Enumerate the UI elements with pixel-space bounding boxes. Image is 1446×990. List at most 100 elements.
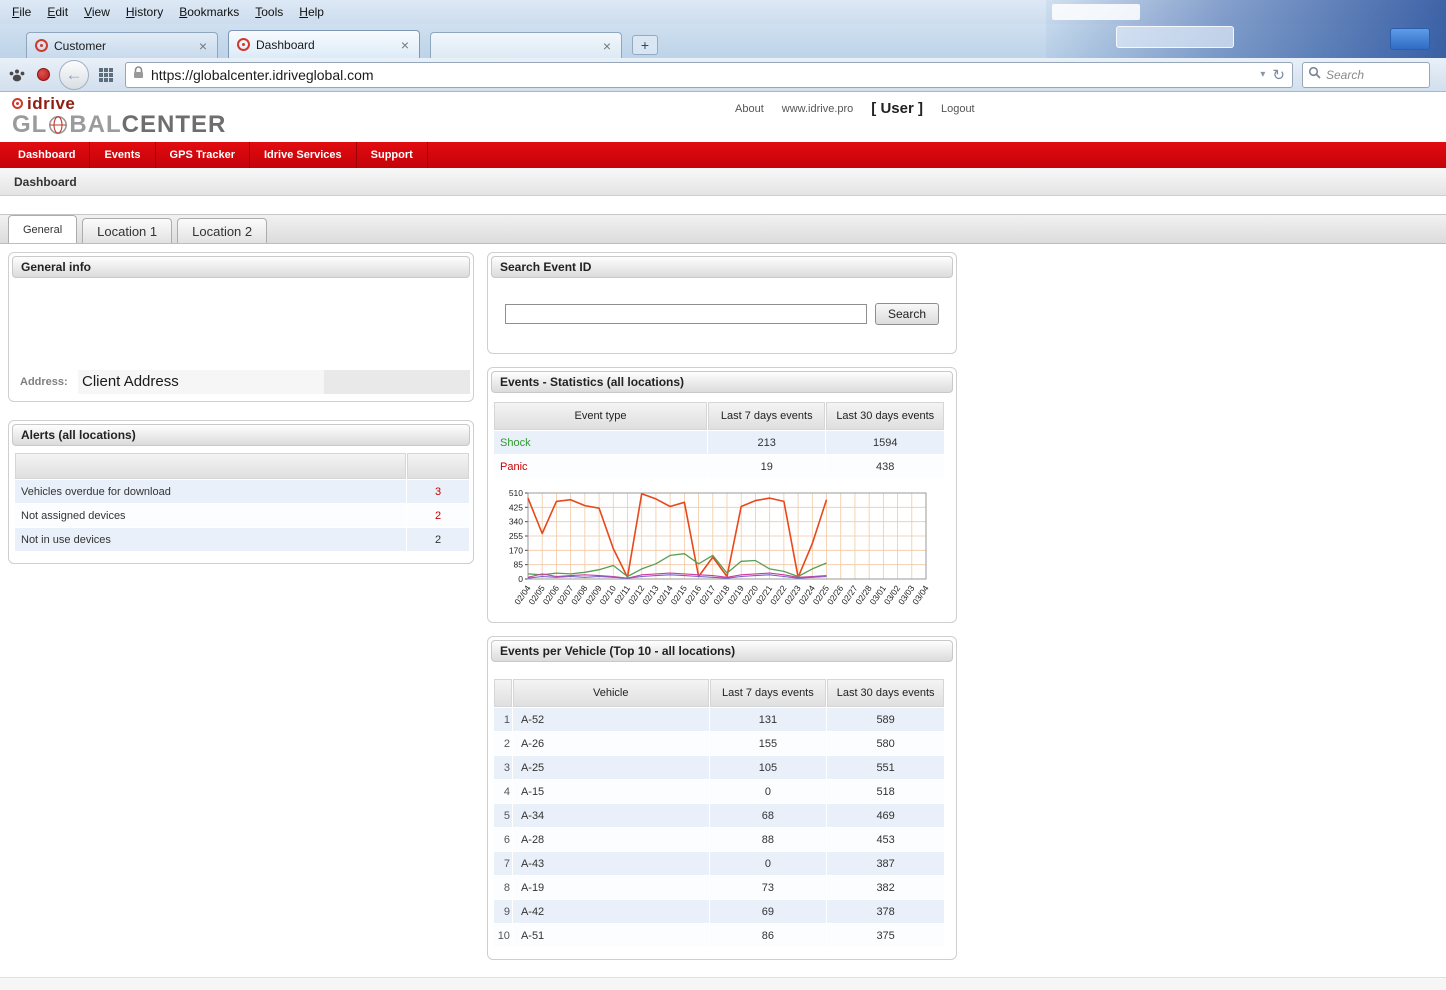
search-event-body: Search <box>491 278 953 350</box>
last7-value: 88 <box>710 828 827 851</box>
vehicle-col-header[interactable] <box>494 679 512 707</box>
vehicle-rank: 2 <box>494 732 512 755</box>
nav-gps-tracker[interactable]: GPS Tracker <box>156 142 250 168</box>
events-per-vehicle-header[interactable]: Events per Vehicle (Top 10 - all locatio… <box>491 640 953 662</box>
last7-value: 0 <box>710 852 827 875</box>
vehicle-name: A-19 <box>513 876 709 899</box>
stats-col-header[interactable]: Event type <box>494 402 707 430</box>
tab-close-icon[interactable]: × <box>399 38 411 52</box>
vehicle-row: 3A-25105551 <box>494 756 944 779</box>
address-row: Address: Client Address <box>12 370 470 394</box>
menu-item-file[interactable]: File <box>4 3 39 21</box>
stats-head-row: Event typeLast 7 days eventsLast 30 days… <box>494 402 944 430</box>
last7-value: 0 <box>710 780 827 803</box>
menu-item-tools[interactable]: Tools <box>247 3 291 21</box>
menu-item-bookmarks[interactable]: Bookmarks <box>171 3 247 21</box>
page-tab-location-1[interactable]: Location 1 <box>82 218 172 243</box>
menu-item-history[interactable]: History <box>118 3 171 21</box>
alert-value: 3 <box>407 480 469 503</box>
paw-extension-icon[interactable] <box>8 66 28 84</box>
last7-value: 213 <box>708 431 826 454</box>
browser-tab-dashboard[interactable]: Dashboard× <box>228 30 420 58</box>
menu-item-view[interactable]: View <box>76 3 118 21</box>
general-info-body: Address: Client Address <box>12 278 470 398</box>
idrive-logo[interactable]: idrive GLBALCENTER <box>12 95 226 137</box>
urlbar-dropdown-icon[interactable]: ▾ <box>1260 69 1265 80</box>
stats-col-header[interactable]: Last 7 days events <box>708 402 826 430</box>
nav-events[interactable]: Events <box>90 142 155 168</box>
vehicle-rank: 7 <box>494 852 512 875</box>
tab-close-icon[interactable]: × <box>601 39 613 53</box>
sites-grid-icon[interactable] <box>98 67 116 83</box>
alert-label: Vehicles overdue for download <box>15 480 406 503</box>
events-stats-table: Event typeLast 7 days eventsLast 30 days… <box>493 401 945 479</box>
alerts-col-header-count <box>407 453 469 479</box>
vehicle-name: A-15 <box>513 780 709 803</box>
logo-text-idrive: idrive <box>27 95 75 112</box>
general-info-header[interactable]: General info <box>12 256 470 278</box>
back-button[interactable]: ← <box>59 60 89 90</box>
last30-value: 387 <box>827 852 944 875</box>
browser-window: FileEditViewHistoryBookmarksToolsHelp Cu… <box>0 0 1446 990</box>
menu-bar-items: FileEditViewHistoryBookmarksToolsHelp <box>4 3 332 21</box>
last30-value: 551 <box>827 756 944 779</box>
svg-text:425: 425 <box>509 502 523 512</box>
veh-head-row: VehicleLast 7 days eventsLast 30 days ev… <box>494 679 944 707</box>
vehicle-row: 7A-430387 <box>494 852 944 875</box>
vehicle-name: A-43 <box>513 852 709 875</box>
header-link-user[interactable]: [ User ] <box>871 100 923 117</box>
browser-tab-customer[interactable]: Customer× <box>26 32 218 58</box>
new-tab-button[interactable]: + <box>632 35 658 55</box>
search-icon <box>1308 66 1321 84</box>
events-stats-panel: Events - Statistics (all locations) Even… <box>487 367 957 623</box>
nav-idrive-services[interactable]: Idrive Services <box>250 142 357 168</box>
reload-icon[interactable]: ↻ <box>1272 66 1285 84</box>
alert-value: 2 <box>407 528 469 551</box>
vehicle-col-header[interactable]: Vehicle <box>513 679 709 707</box>
alerts-table: Vehicles overdue for download3Not assign… <box>14 452 470 552</box>
header-link-about[interactable]: About <box>735 103 764 115</box>
stats-col-header[interactable]: Last 30 days events <box>826 402 944 430</box>
alert-row: Not assigned devices2 <box>15 504 469 527</box>
address-empty-field <box>324 370 470 394</box>
alerts-table-body: Vehicles overdue for download3Not assign… <box>15 480 469 551</box>
browser-search-box[interactable] <box>1302 62 1430 88</box>
last30-value: 378 <box>827 900 944 923</box>
events-per-vehicle-table: VehicleLast 7 days eventsLast 30 days ev… <box>493 678 945 948</box>
search-event-header[interactable]: Search Event ID <box>491 256 953 278</box>
tab-close-icon[interactable]: × <box>197 39 209 53</box>
header-link-logout[interactable]: Logout <box>941 103 975 115</box>
event-id-input[interactable] <box>505 304 867 324</box>
browser-tab-label: Dashboard <box>256 38 399 52</box>
alerts-header[interactable]: Alerts (all locations) <box>12 424 470 446</box>
vehicle-col-header[interactable]: Last 7 days events <box>710 679 827 707</box>
last30-value: 518 <box>827 780 944 803</box>
vehicle-name: A-25 <box>513 756 709 779</box>
idrive-favicon <box>35 39 48 52</box>
stats-row: Shock2131594 <box>494 431 944 454</box>
last7-value: 69 <box>710 900 827 923</box>
vehicle-row: 9A-4269378 <box>494 900 944 923</box>
menu-item-help[interactable]: Help <box>291 3 332 21</box>
url-bar[interactable]: https://globalcenter.idriveglobal.com ▾ … <box>125 62 1293 88</box>
page-tab-location-2[interactable]: Location 2 <box>177 218 267 243</box>
vehicle-col-header[interactable]: Last 30 days events <box>827 679 944 707</box>
vehicle-rank: 8 <box>494 876 512 899</box>
nav-support[interactable]: Support <box>357 142 428 168</box>
browser-search-input[interactable] <box>1326 68 1424 82</box>
nav-dashboard[interactable]: Dashboard <box>4 142 90 168</box>
menu-item-edit[interactable]: Edit <box>39 3 76 21</box>
search-button[interactable]: Search <box>875 303 939 325</box>
header-link-wwwidrivepro[interactable]: www.idrive.pro <box>782 103 854 115</box>
url-text[interactable]: https://globalcenter.idriveglobal.com <box>151 67 1253 83</box>
browser-tab-untitled[interactable]: × <box>430 32 622 58</box>
alert-value: 2 <box>407 504 469 527</box>
record-extension-icon[interactable] <box>37 68 50 81</box>
events-stats-header[interactable]: Events - Statistics (all locations) <box>491 371 953 393</box>
last30-value: 375 <box>827 924 944 947</box>
page-tab-general[interactable]: General <box>8 215 77 243</box>
vehicle-row: 8A-1973382 <box>494 876 944 899</box>
event-type: Shock <box>494 431 707 454</box>
svg-text:0: 0 <box>518 574 523 584</box>
breadcrumb-label: Dashboard <box>14 175 77 189</box>
